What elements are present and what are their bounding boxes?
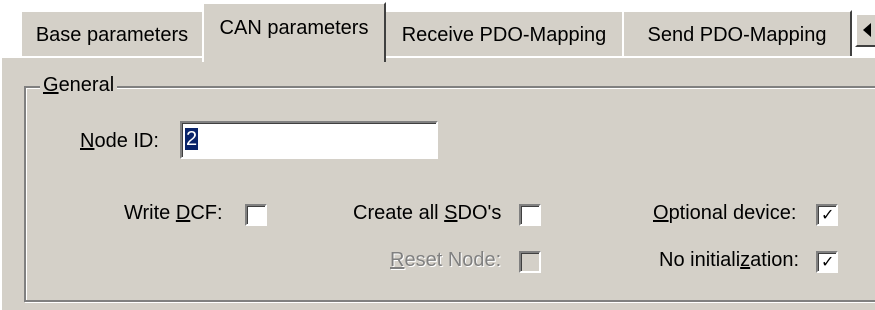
tab-send-pdo-mapping[interactable]: Send PDO-Mapping xyxy=(622,10,852,58)
node-id-value: 2 xyxy=(185,128,199,150)
create-all-sdos-label: Create all SDO's xyxy=(353,202,502,224)
tab-strip: Base parameters CAN parameters Receive P… xyxy=(0,0,875,62)
chevron-left-icon xyxy=(863,23,871,37)
tab-receive-pdo-mapping[interactable]: Receive PDO-Mapping xyxy=(384,10,624,58)
no-initialization-label: No initialization: xyxy=(659,249,800,271)
checkmark-icon: ✓ xyxy=(821,252,835,271)
tab-label: CAN parameters xyxy=(219,16,369,39)
node-id-input[interactable]: 2 xyxy=(180,121,438,159)
optional-device-checkbox[interactable]: ✓ xyxy=(816,204,838,226)
tab-panel: General Node ID: 2 Write DCF: Create all… xyxy=(0,56,875,310)
reset-node-label: Reset Node: xyxy=(390,249,502,271)
write-dcf-checkbox[interactable] xyxy=(245,204,267,226)
tab-label: Send PDO-Mapping xyxy=(647,23,827,46)
no-initialization-checkbox[interactable]: ✓ xyxy=(816,251,838,273)
checkmark-icon: ✓ xyxy=(821,205,835,224)
tab-base-parameters[interactable]: Base parameters xyxy=(20,10,204,58)
tab-can-parameters[interactable]: CAN parameters xyxy=(202,2,386,62)
write-dcf-label: Write DCF: xyxy=(124,202,223,224)
tab-scroll-left-button[interactable] xyxy=(855,13,875,47)
general-group-title: General xyxy=(40,74,118,97)
optional-device-label: Optional device: xyxy=(653,202,797,224)
tab-label: Base parameters xyxy=(35,23,189,46)
reset-node-checkbox xyxy=(519,251,541,273)
node-id-label: Node ID: xyxy=(80,130,159,152)
tab-label: Receive PDO-Mapping xyxy=(401,23,607,46)
create-all-sdos-checkbox[interactable] xyxy=(519,204,541,226)
